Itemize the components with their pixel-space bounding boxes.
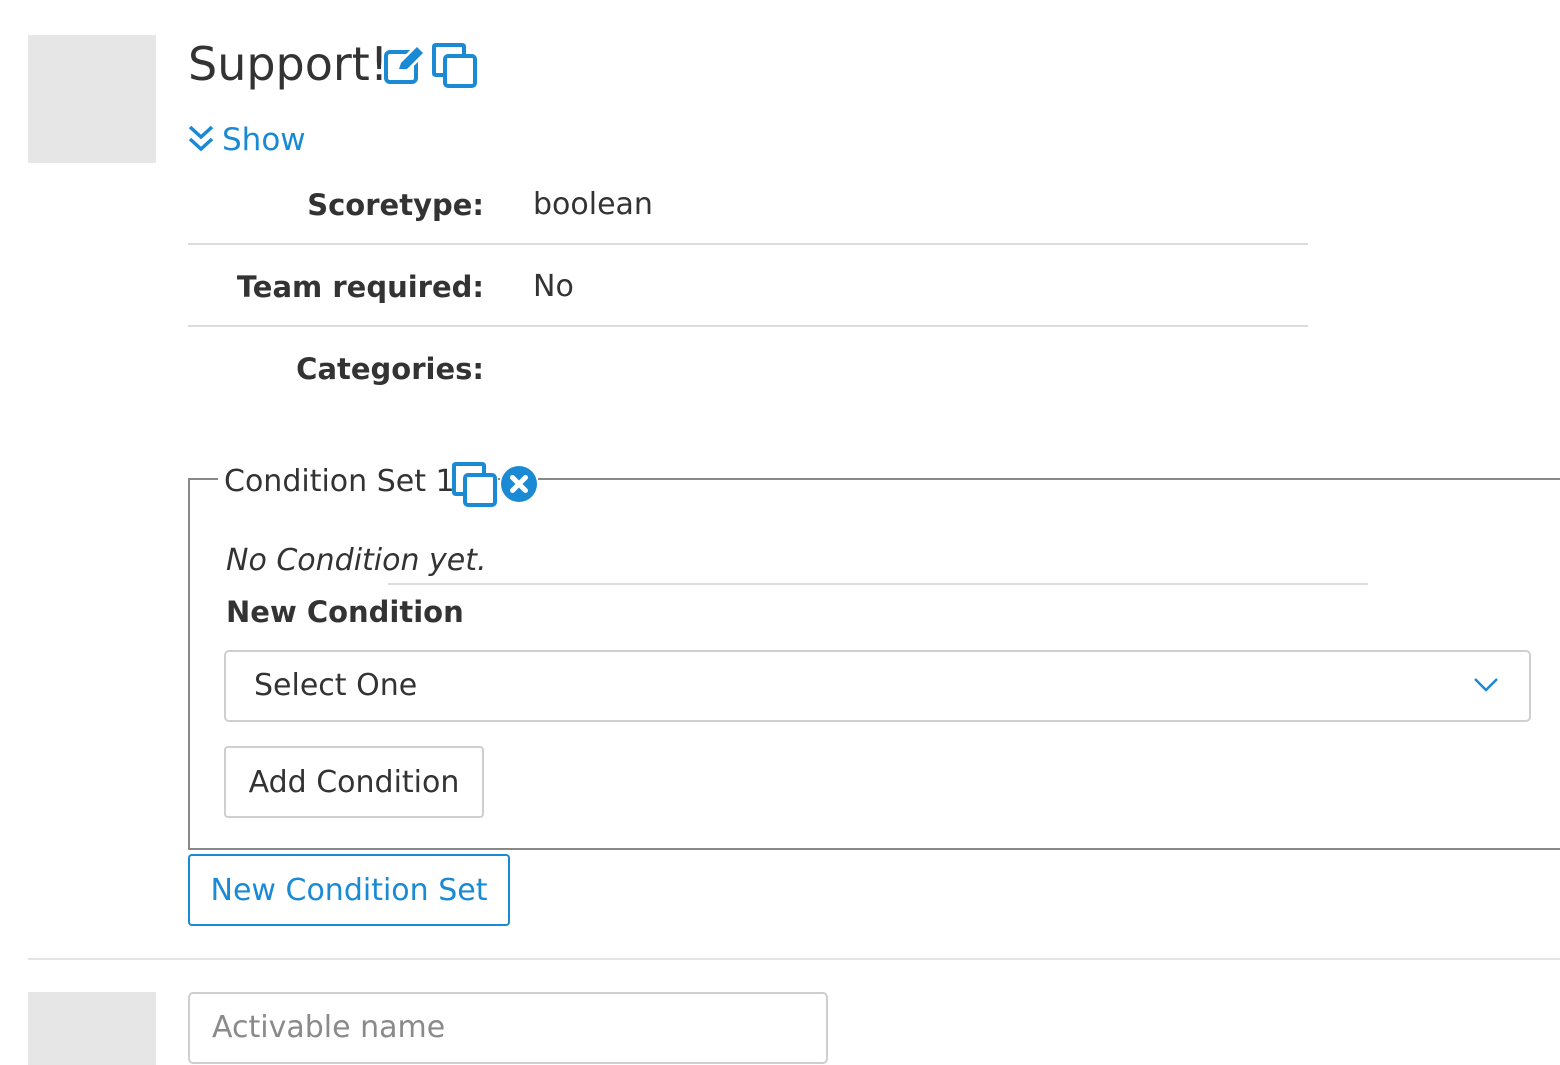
condition-type-select-value: Select One (254, 668, 418, 703)
copy-icon[interactable] (452, 462, 498, 512)
divider (188, 325, 1308, 327)
activable-name-input[interactable]: Activable name (188, 992, 828, 1064)
scoretype-label: Scoretype: (307, 188, 484, 222)
new-condition-label: New Condition (226, 595, 464, 629)
chevron-double-down-icon (188, 123, 214, 163)
activable-thumbnail (28, 35, 156, 163)
copy-icon[interactable] (432, 43, 478, 93)
show-toggle-link[interactable]: Show (188, 120, 306, 163)
scoretype-value: boolean (533, 187, 653, 222)
condition-type-select[interactable]: Select One (224, 650, 1531, 722)
new-activable-thumbnail (28, 992, 156, 1065)
edit-icon[interactable] (384, 43, 428, 88)
new-condition-set-button[interactable]: New Condition Set (188, 854, 510, 926)
show-label: Show (222, 122, 306, 158)
activable-name-placeholder: Activable name (212, 1010, 446, 1045)
row-divider (28, 958, 1560, 960)
condition-set-legend: Condition Set 1 (218, 460, 461, 506)
no-condition-text: No Condition yet. (226, 543, 487, 578)
chevron-down-icon (1473, 676, 1499, 698)
team-required-label: Team required: (236, 270, 484, 304)
condition-set-title: Condition Set 1 (224, 464, 455, 499)
categories-label: Categories: (296, 352, 484, 386)
add-condition-button[interactable]: Add Condition (224, 746, 484, 818)
divider (188, 243, 1308, 245)
activable-title: Support! (188, 37, 389, 91)
divider (388, 583, 1368, 585)
team-required-value: No (533, 269, 574, 304)
close-circle-icon[interactable] (500, 465, 538, 507)
